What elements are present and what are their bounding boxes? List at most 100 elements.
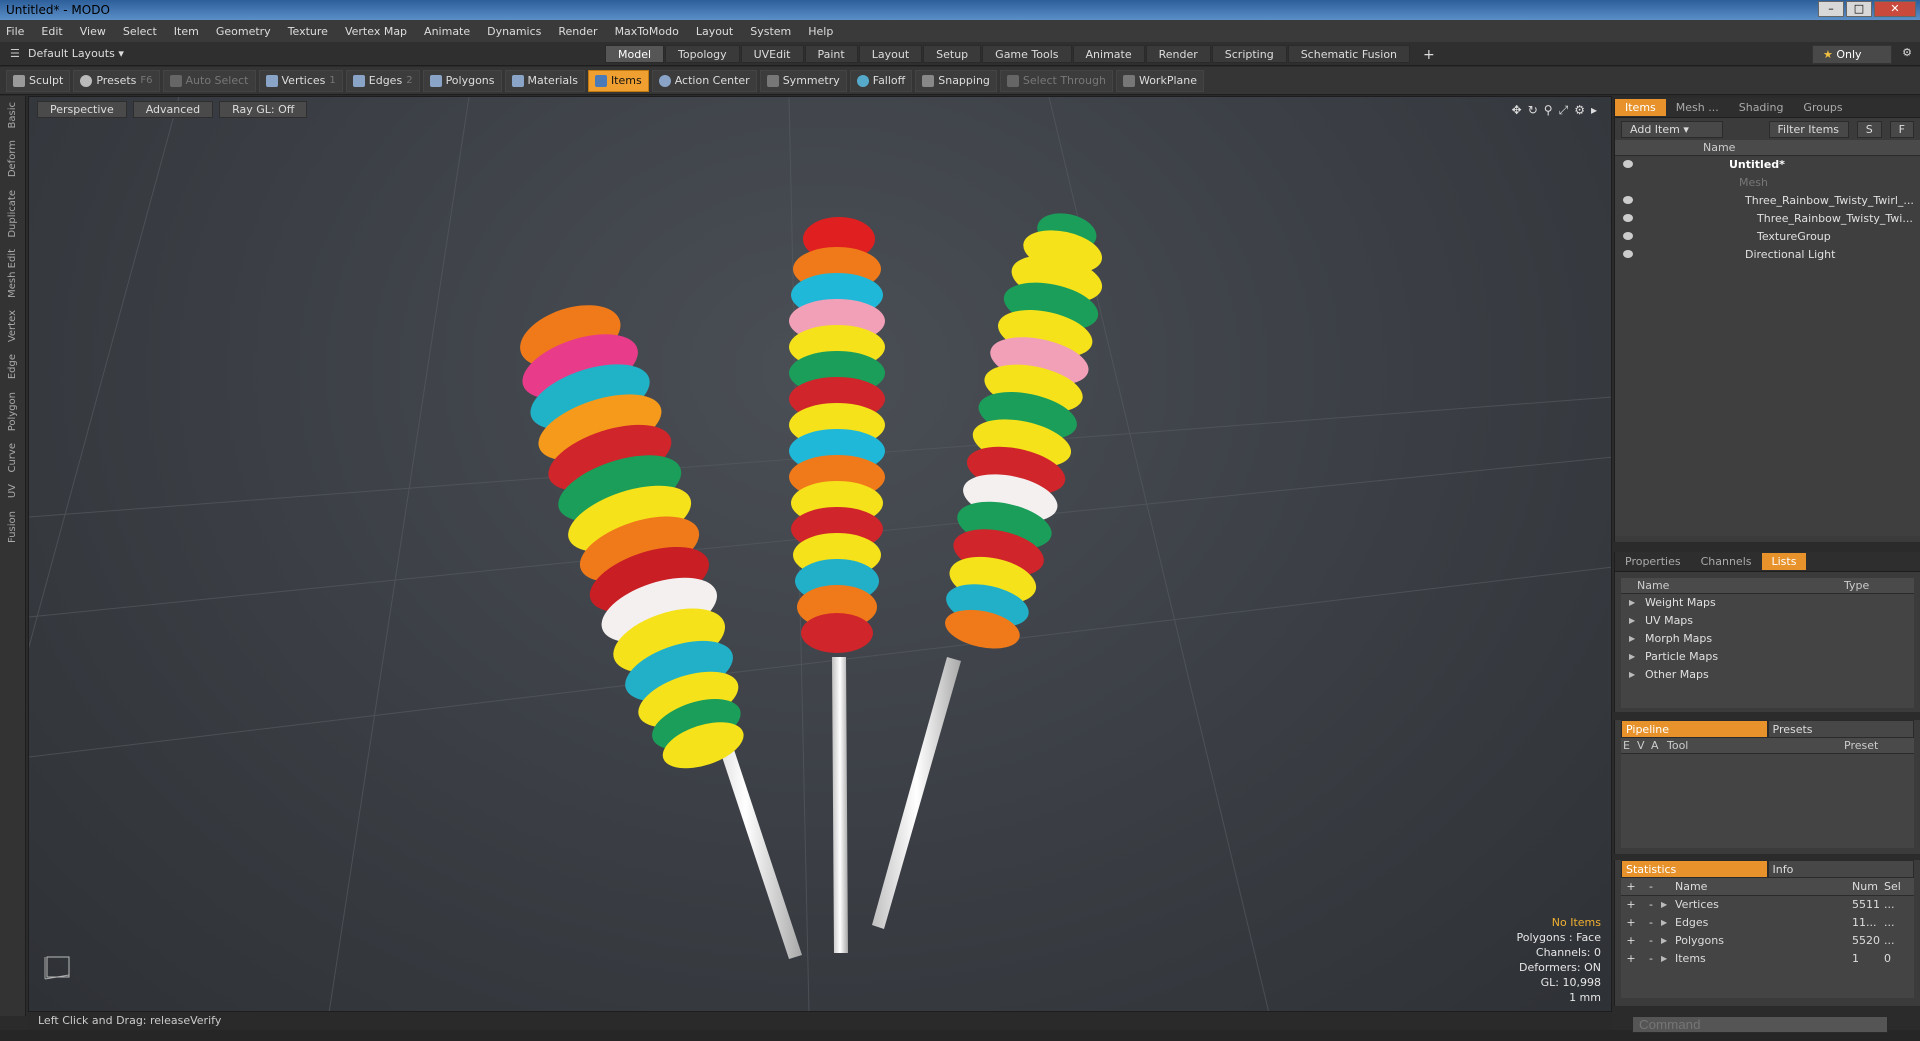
list-item[interactable]: Weight Maps [1621,594,1914,612]
tree-row-mesh-item[interactable]: Three_Rainbow_Twisty_Twi... [1615,210,1920,228]
tree-row-untitled[interactable]: Untitled* [1615,156,1920,174]
layout-menu-icon[interactable]: ☰ [10,47,20,60]
auto-select-button[interactable]: Auto Select [162,69,256,92]
edges-button[interactable]: Edges 2 [345,69,420,92]
tab-paint[interactable]: Paint [804,45,858,63]
tab-model[interactable]: Model [605,45,665,63]
s-button[interactable]: S [1856,120,1882,138]
only-toggle[interactable]: ★ Only [1812,45,1892,64]
tab-channels[interactable]: Channels [1691,553,1762,570]
close-button[interactable]: ✕ [1874,1,1916,17]
zoom-icon[interactable]: ⚲ [1544,103,1553,118]
view-mode-dropdown[interactable]: Perspective [37,101,127,118]
visibility-eye-icon[interactable] [1623,250,1633,258]
workplane-button[interactable]: WorkPlane [1115,69,1204,92]
tab-game-tools[interactable]: Game Tools [982,45,1072,63]
add-tab-button[interactable]: + [1411,45,1447,63]
stats-row-items[interactable]: + - ▶ Items 1 0 [1621,950,1914,968]
tab-statistics[interactable]: Statistics [1621,860,1768,878]
list-item[interactable]: Morph Maps [1621,630,1914,648]
tree-row-light[interactable]: Directional Light [1615,246,1920,264]
tab-mesh[interactable]: Mesh ... [1666,99,1729,116]
menu-item[interactable]: Item [174,25,199,38]
tab-pipeline[interactable]: Pipeline [1621,720,1768,738]
fit-icon[interactable]: ⤢ [1559,103,1569,118]
symmetry-button[interactable]: Symmetry [759,69,847,92]
tab-deform[interactable]: Deform [7,134,18,183]
tab-edge[interactable]: Edge [7,348,18,385]
tab-groups[interactable]: Groups [1793,99,1852,116]
list-item[interactable]: Particle Maps [1621,648,1914,666]
list-item[interactable]: UV Maps [1621,612,1914,630]
shading-dropdown[interactable]: Advanced [132,101,214,118]
minus-icon[interactable]: - [1641,878,1661,895]
tab-layout[interactable]: Layout [858,45,923,63]
tab-basic[interactable]: Basic [7,96,18,134]
menu-maxtomodo[interactable]: MaxToModo [615,25,679,38]
tree-row-group[interactable]: Three_Rainbow_Twisty_Twirl_... [1615,192,1920,210]
visibility-eye-icon[interactable] [1623,160,1633,168]
menu-layout[interactable]: Layout [696,25,733,38]
maximize-button[interactable]: □ [1846,1,1872,17]
tab-polygon[interactable]: Polygon [7,386,18,437]
tab-uv[interactable]: UV [7,478,18,504]
filter-items-input[interactable]: Filter Items [1768,120,1849,138]
tab-info[interactable]: Info [1767,860,1914,878]
tab-uvedit[interactable]: UVEdit [740,45,804,63]
materials-button[interactable]: Materials [504,69,585,92]
tree-row-texturegroup[interactable]: TextureGroup [1615,228,1920,246]
vertices-button[interactable]: Vertices 1 [258,69,343,92]
default-layouts-dropdown[interactable]: Default Layouts ▾ [28,47,124,60]
falloff-button[interactable]: Falloff [849,69,913,92]
visibility-eye-icon[interactable] [1623,232,1633,240]
command-input[interactable] [1632,1016,1888,1033]
select-through-button[interactable]: Select Through [999,69,1113,92]
polygons-button[interactable]: Polygons [422,69,502,92]
menu-texture[interactable]: Texture [288,25,328,38]
menu-view[interactable]: View [80,25,106,38]
tab-schematic-fusion[interactable]: Schematic Fusion [1287,45,1411,63]
tab-presets[interactable]: Presets [1767,720,1914,738]
tab-vertex[interactable]: Vertex [7,304,18,348]
tab-setup[interactable]: Setup [923,45,982,63]
tab-render[interactable]: Render [1145,45,1211,63]
list-item[interactable]: Other Maps [1621,666,1914,684]
sculpt-button[interactable]: Sculpt [6,69,71,92]
menu-file[interactable]: File [6,25,24,38]
action-center-button[interactable]: Action Center [651,69,757,92]
3d-viewport[interactable]: Perspective Advanced Ray GL: Off ✥ ↻ ⚲ ⤢… [28,96,1612,1012]
tab-properties[interactable]: Properties [1615,553,1691,570]
tab-items[interactable]: Items [1615,99,1666,116]
tab-curve[interactable]: Curve [7,437,18,479]
raygl-toggle[interactable]: Ray GL: Off [219,101,308,118]
gear-icon[interactable]: ⚙ [1902,46,1912,59]
tree-row-mesh[interactable]: Mesh [1615,174,1920,192]
tab-scripting[interactable]: Scripting [1211,45,1287,63]
tab-duplicate[interactable]: Duplicate [7,184,18,244]
tab-animate[interactable]: Animate [1072,45,1145,63]
stats-row-polygons[interactable]: + - ▶ Polygons 5520... [1621,932,1914,950]
tab-topology[interactable]: Topology [665,45,740,63]
presets-button[interactable]: Presets F6 [73,69,160,92]
menu-animate[interactable]: Animate [424,25,470,38]
stats-row-vertices[interactable]: + - ▶ Vertices 5511... [1621,896,1914,914]
tab-shading[interactable]: Shading [1729,99,1794,116]
menu-select[interactable]: Select [123,25,157,38]
snapping-button[interactable]: Snapping [915,69,997,92]
menu-edit[interactable]: Edit [41,25,62,38]
add-item-button[interactable]: Add Item ▾ [1621,120,1723,138]
pan-icon[interactable]: ✥ [1512,103,1522,118]
tab-mesh-edit[interactable]: Mesh Edit [7,243,18,304]
visibility-eye-icon[interactable] [1623,196,1633,204]
expand-icon[interactable]: ▸ [1591,103,1597,118]
menu-render[interactable]: Render [558,25,597,38]
viewport-gear-icon[interactable]: ⚙ [1574,103,1585,118]
menu-vertex-map[interactable]: Vertex Map [345,25,407,38]
tab-fusion[interactable]: Fusion [7,505,18,549]
minimize-button[interactable]: – [1818,1,1844,17]
menu-geometry[interactable]: Geometry [216,25,271,38]
plus-icon[interactable]: + [1621,878,1641,895]
menu-help[interactable]: Help [808,25,833,38]
stats-row-edges[interactable]: + - ▶ Edges 11...... [1621,914,1914,932]
visibility-eye-icon[interactable] [1623,214,1633,222]
